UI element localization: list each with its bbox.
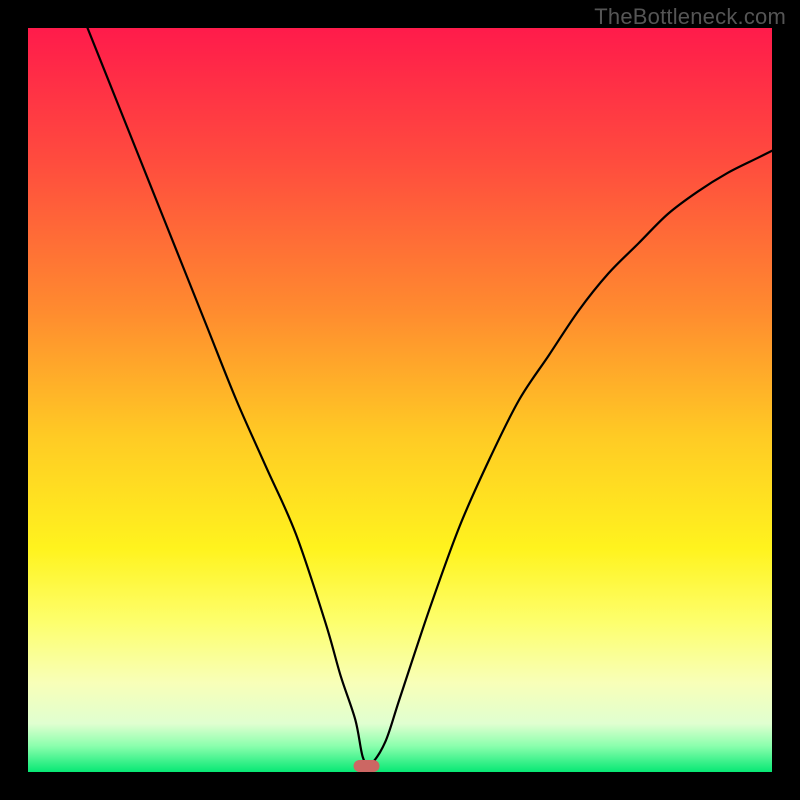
chart-frame: TheBottleneck.com: [0, 0, 800, 800]
watermark-text: TheBottleneck.com: [594, 4, 786, 30]
gradient-background: [28, 28, 772, 772]
plot-area: [28, 28, 772, 772]
min-marker: [354, 760, 380, 772]
plot-svg: [28, 28, 772, 772]
